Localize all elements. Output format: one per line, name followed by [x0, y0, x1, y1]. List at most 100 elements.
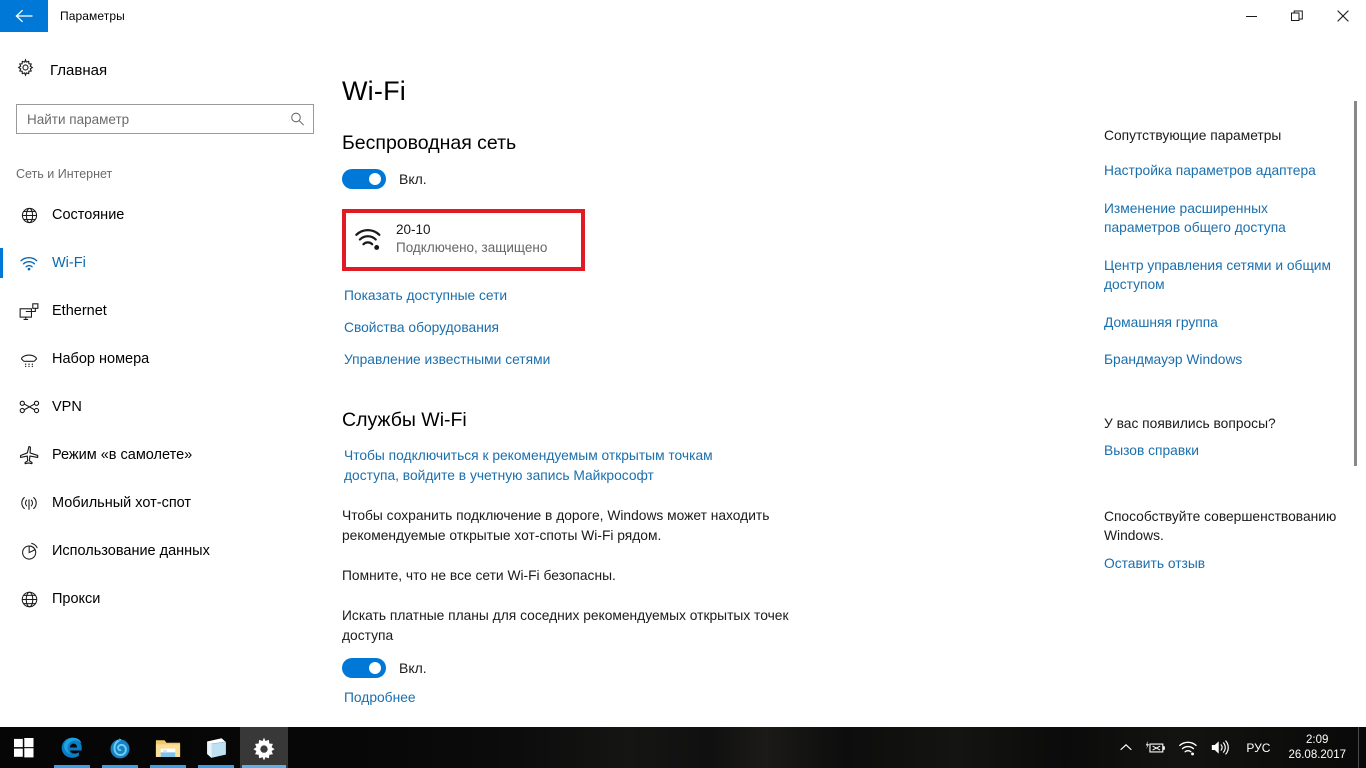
sidebar-item-label: Ethernet — [52, 303, 107, 319]
sidebar-item-label: Wi-Fi — [52, 255, 86, 271]
taskbar-app-store[interactable] — [192, 727, 240, 768]
show-available-networks-link[interactable]: Показать доступные сети — [344, 288, 507, 303]
dialup-icon — [16, 351, 42, 368]
sidebar-item-airplane-mode[interactable]: Режим «в самолете» — [0, 431, 330, 479]
wireless-heading: Беспроводная сеть — [342, 132, 517, 154]
volume-icon — [1212, 740, 1230, 755]
edge-icon — [61, 737, 82, 758]
wifi-tray-button[interactable] — [1172, 727, 1204, 768]
back-button[interactable] — [0, 0, 48, 32]
help-heading: У вас появились вопросы? — [1104, 416, 1276, 432]
wifi-tray-icon — [1179, 741, 1198, 755]
adapter-settings-link[interactable]: Настройка параметров адаптера — [1104, 161, 1340, 181]
sidebar-item-label: Набор номера — [52, 351, 150, 367]
scrollbar[interactable] — [1350, 92, 1362, 692]
data-usage-icon — [16, 542, 42, 561]
battery-icon — [1146, 740, 1166, 752]
minimize-icon — [1245, 15, 1257, 17]
page-title: Wi-Fi — [342, 76, 406, 106]
sidebar-item-label: Состояние — [52, 207, 125, 223]
hardware-properties-link[interactable]: Свойства оборудования — [344, 320, 499, 335]
search-input[interactable] — [17, 105, 313, 133]
connected-network-tile[interactable]: 20-10 Подключено, защищено — [342, 209, 585, 272]
homegroup-link[interactable]: Домашняя группа — [1104, 313, 1340, 333]
network-name: 20-10 — [396, 222, 431, 237]
taskbar-app-settings[interactable] — [240, 727, 288, 768]
microsoft-account-signin-link[interactable]: Чтобы подключиться к рекомендуемым откры… — [344, 446, 764, 486]
browser-icon — [110, 737, 130, 758]
paid-plans-toggle-row: Вкл. — [342, 658, 1090, 679]
services-paragraph-1: Чтобы сохранить подключение в дороге, Wi… — [342, 508, 770, 544]
get-help-link[interactable]: Вызов справки — [1104, 441, 1340, 461]
taskbar-app-edge[interactable] — [48, 727, 96, 768]
taskbar: РУС 2:09 26.08.2017 — [0, 727, 1366, 768]
wireless-toggle-row: Вкл. — [342, 169, 1090, 189]
scrollbar-thumb[interactable] — [1354, 101, 1357, 466]
sidebar-item-home[interactable]: Главная — [0, 50, 330, 90]
search-container — [0, 90, 330, 134]
pane-divider-gap — [1104, 388, 1340, 416]
show-desktop-button[interactable] — [1358, 727, 1366, 768]
wifi-signal-icon — [354, 227, 388, 252]
window-title: Параметры — [60, 9, 125, 23]
sidebar-home-label: Главная — [50, 61, 108, 79]
wireless-toggle[interactable] — [342, 169, 386, 189]
right-pane: Сопутствующие параметры Настройка параме… — [1090, 32, 1366, 727]
language-indicator[interactable]: РУС — [1236, 727, 1280, 768]
clock[interactable]: 2:09 26.08.2017 — [1280, 727, 1358, 768]
settings-icon — [253, 737, 275, 760]
close-button[interactable] — [1320, 0, 1366, 32]
windows-logo-icon — [14, 737, 34, 757]
pane-divider-gap-2 — [1104, 479, 1340, 507]
taskbar-app-file-explorer[interactable] — [144, 727, 192, 768]
globe-status-icon — [16, 206, 42, 225]
windows-firewall-link[interactable]: Брандмауэр Windows — [1104, 350, 1340, 370]
sidebar-item-data-usage[interactable]: Использование данных — [0, 527, 330, 575]
sidebar-item-mobile-hotspot[interactable]: Мобильный хот-спот — [0, 479, 330, 527]
paid-plans-toggle-state: Вкл. — [399, 660, 427, 677]
advanced-sharing-settings-link[interactable]: Изменение расширенных параметров общего … — [1104, 199, 1340, 238]
wifi-services-heading: Службы Wi-Fi — [342, 409, 467, 432]
clock-date: 26.08.2017 — [1288, 748, 1346, 761]
show-hidden-icons-button[interactable] — [1114, 727, 1138, 768]
network-sharing-center-link[interactable]: Центр управления сетями и общим доступом — [1104, 256, 1340, 295]
give-feedback-link[interactable]: Оставить отзыв — [1104, 554, 1340, 574]
learn-more-link[interactable]: Подробнее — [344, 690, 416, 705]
sidebar-item-proxy[interactable]: Прокси — [0, 575, 330, 623]
proxy-globe-icon — [16, 590, 42, 609]
minimize-button[interactable] — [1228, 0, 1274, 32]
sidebar-item-ethernet[interactable]: Ethernet — [0, 287, 330, 335]
system-tray: РУС 2:09 26.08.2017 — [1114, 727, 1366, 768]
sidebar-group-label: Сеть и Интернет — [16, 167, 113, 181]
start-button[interactable] — [0, 727, 48, 768]
network-info: 20-10 Подключено, защищено — [396, 221, 547, 257]
taskbar-app-browser[interactable] — [96, 727, 144, 768]
sidebar-item-vpn[interactable]: VPN — [0, 383, 330, 431]
manage-known-networks-link[interactable]: Управление известными сетями — [344, 352, 550, 367]
store-icon — [207, 737, 226, 758]
battery-tray-button[interactable] — [1138, 727, 1172, 768]
toggle-knob — [369, 662, 381, 675]
network-status: Подключено, защищено — [396, 240, 548, 256]
restore-button[interactable] — [1274, 0, 1320, 32]
feedback-text: Способствуйте совершенствованию Windows. — [1104, 508, 1337, 544]
toggle-knob — [369, 173, 381, 185]
sidebar-item-label: Мобильный хот-спот — [52, 495, 192, 511]
paid-plans-toggle[interactable] — [342, 658, 386, 679]
volume-tray-button[interactable] — [1204, 727, 1236, 768]
hotspot-icon — [16, 494, 42, 512]
vpn-icon — [16, 399, 42, 415]
sidebar-item-label: Прокси — [52, 591, 101, 607]
title-bar: Параметры — [0, 0, 1366, 32]
airplane-icon — [16, 445, 42, 465]
search-box[interactable] — [16, 104, 314, 134]
gear-icon — [16, 58, 42, 82]
restore-icon — [1291, 10, 1303, 21]
sidebar-item-status[interactable]: Состояние — [0, 191, 330, 239]
file-explorer-icon — [155, 739, 181, 757]
sidebar-item-dialup[interactable]: Набор номера — [0, 335, 330, 383]
ethernet-icon — [16, 302, 42, 321]
sidebar-item-wifi[interactable]: Wi-Fi — [0, 239, 330, 287]
sidebar: Главная Сеть и Интернет — [0, 32, 330, 727]
close-icon — [1337, 10, 1349, 22]
